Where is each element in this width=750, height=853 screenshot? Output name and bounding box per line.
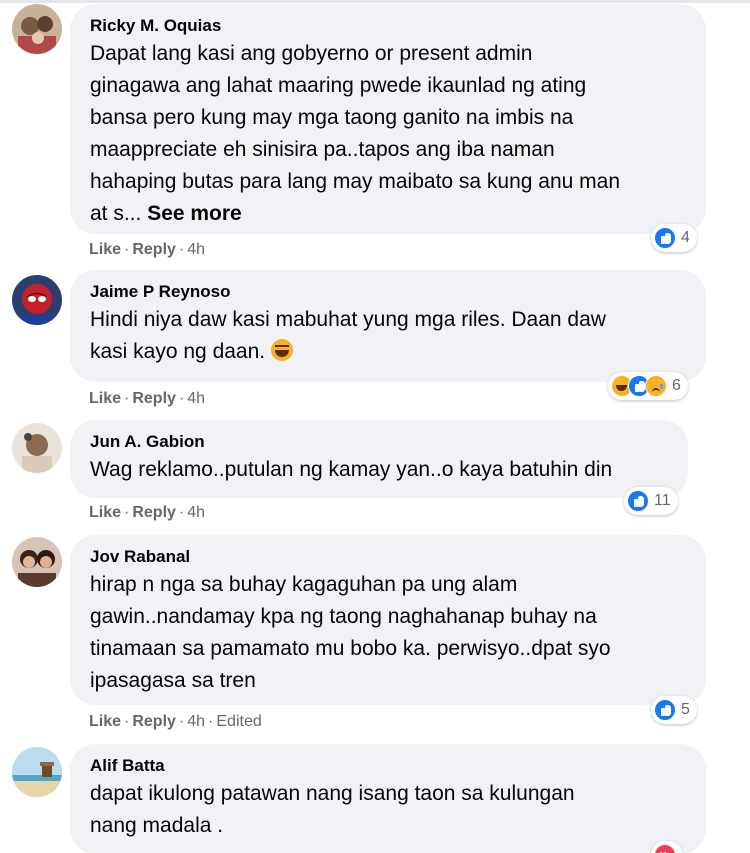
comment-actions: Like · Reply · 4h [89, 241, 206, 258]
reaction-summary[interactable]: 4 [651, 224, 697, 252]
avatar[interactable] [12, 4, 62, 54]
edited-label[interactable]: Edited [216, 713, 261, 730]
comment-actions: Like · Reply · 4h [89, 390, 206, 407]
avatar[interactable] [12, 423, 62, 473]
comment-actions: Like · Reply · 4h [89, 504, 206, 521]
comment-text: hirap n nga sa buhay kagaguhan pa ung al… [90, 573, 611, 692]
reply-button[interactable]: Reply [132, 713, 176, 730]
top-divider [0, 0, 750, 3]
comment-author[interactable]: Jaime P Reynoso [90, 280, 686, 304]
comment-timestamp[interactable]: 4h [187, 504, 205, 521]
like-button[interactable]: Like [89, 504, 121, 521]
comment-author[interactable]: Alif Batta [90, 754, 686, 778]
avatar[interactable] [12, 537, 62, 587]
like-icon [654, 227, 676, 249]
comment-bubble: Alif Batta dapat ikulong patawan nang is… [70, 744, 706, 853]
avatar[interactable] [12, 275, 62, 325]
like-icon [627, 490, 649, 512]
reaction-summary[interactable]: 6 [608, 372, 688, 400]
comment-bubble: Jun A. Gabion Wag reklamo..putulan ng ka… [70, 420, 688, 498]
reaction-count: 4 [681, 229, 690, 246]
like-button[interactable]: Like [89, 241, 121, 258]
comment-text: Hindi niya daw kasi mabuhat yung mga ril… [90, 308, 606, 363]
comment-bubble: Jov Rabanal hirap n nga sa buhay kagaguh… [70, 535, 706, 705]
love-icon [654, 844, 676, 853]
reaction-count: 11 [654, 492, 671, 509]
comment-text: Dapat lang kasi ang gobyerno or present … [90, 42, 621, 225]
reply-button[interactable]: Reply [132, 241, 176, 258]
reaction-summary[interactable]: 11 [624, 487, 678, 515]
like-icon [654, 699, 676, 721]
reaction-count: 6 [672, 377, 681, 394]
see-more-link[interactable]: See more [147, 202, 242, 225]
comment-author[interactable]: Ricky M. Oquias [90, 14, 686, 38]
comment-bubble: Ricky M. Oquias Dapat lang kasi ang goby… [70, 4, 706, 234]
reaction-summary[interactable]: 5 [651, 696, 697, 724]
avatar[interactable] [12, 747, 62, 797]
like-button[interactable]: Like [89, 713, 121, 730]
comment-timestamp[interactable]: 4h [187, 713, 205, 730]
comment-timestamp[interactable]: 4h [187, 241, 205, 258]
reply-button[interactable]: Reply [132, 390, 176, 407]
sad-icon [645, 375, 667, 397]
reaction-count: 5 [681, 701, 690, 718]
like-button[interactable]: Like [89, 390, 121, 407]
comment-text: Wag reklamo..putulan ng kamay yan..o kay… [90, 458, 613, 481]
comment-timestamp[interactable]: 4h [187, 390, 205, 407]
comment-text: dapat ikulong patawan nang isang taon sa… [90, 782, 575, 837]
reply-button[interactable]: Reply [132, 504, 176, 521]
comment-actions: Like · Reply · 4h · Edited [89, 713, 262, 730]
laughing-emoji-icon [270, 339, 293, 361]
comment-author[interactable]: Jun A. Gabion [90, 430, 668, 454]
comment-author[interactable]: Jov Rabanal [90, 545, 686, 569]
comment-bubble: Jaime P Reynoso Hindi niya daw kasi mabu… [70, 270, 706, 382]
